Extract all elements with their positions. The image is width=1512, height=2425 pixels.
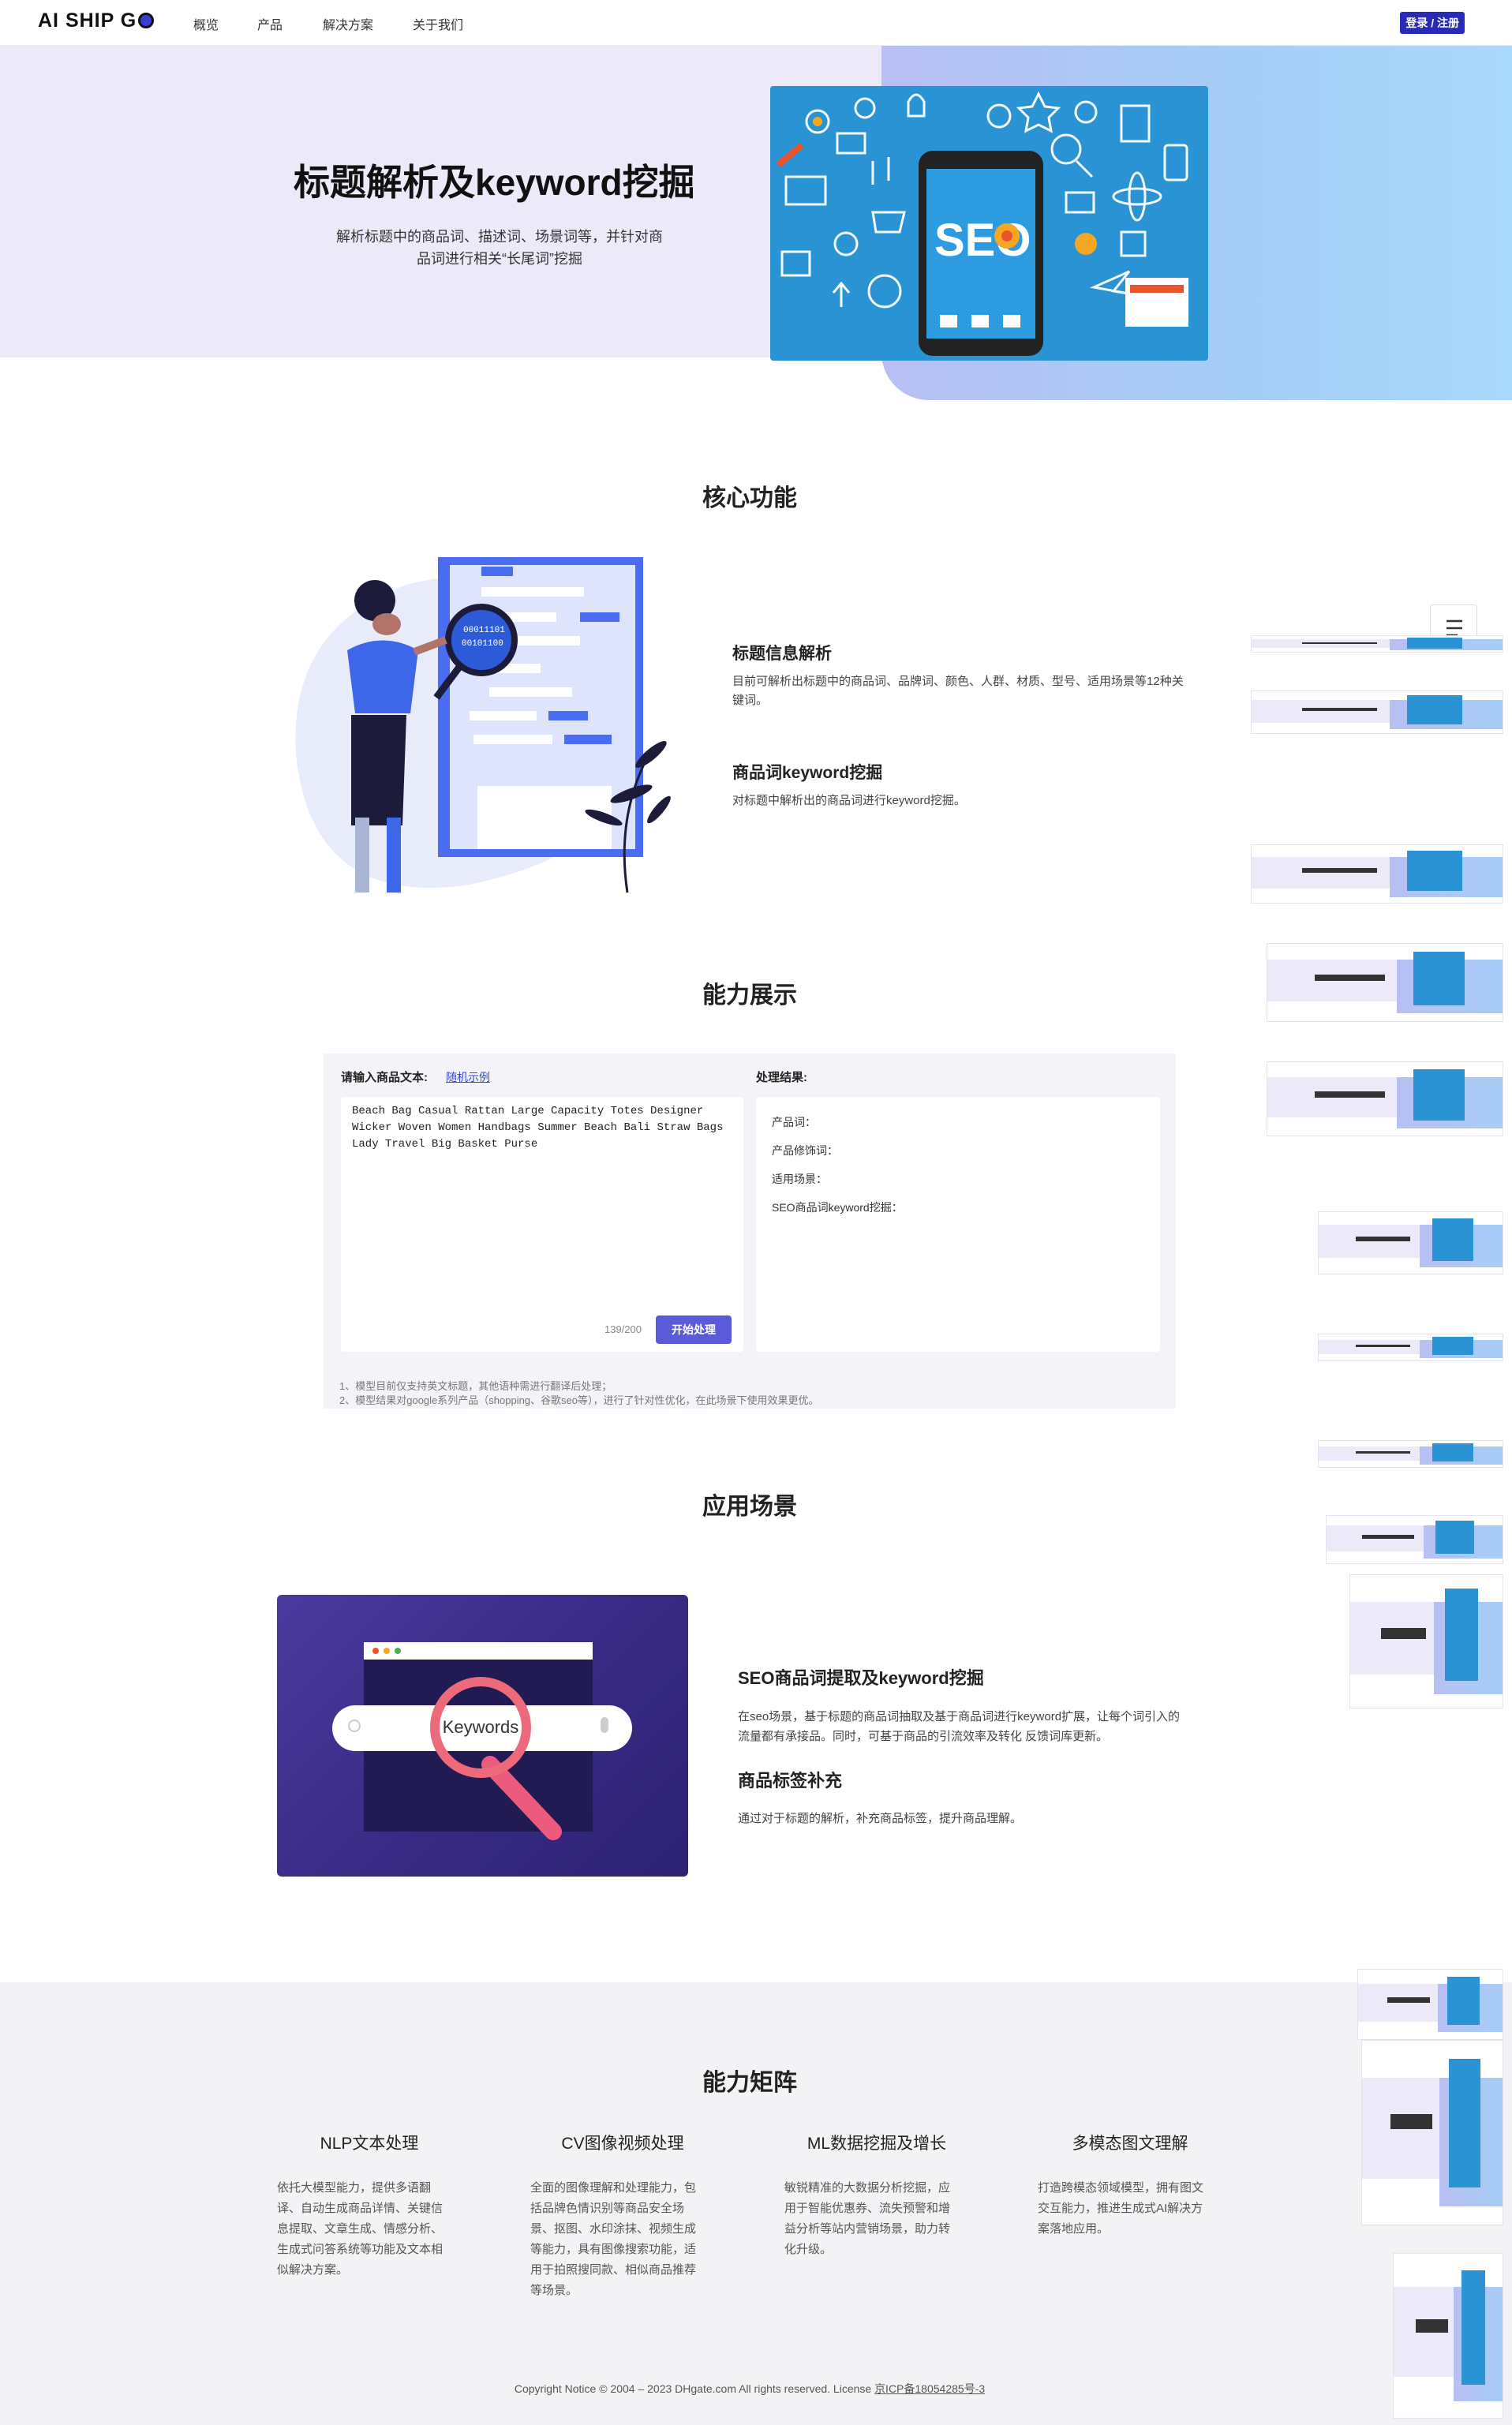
matrix-line: 交互能力，推进生成式AI解决方	[1038, 2202, 1203, 2215]
random-example-link[interactable]: 随机示例	[446, 1069, 490, 1085]
matrix-line: 打造跨模态领域模型，拥有图文	[1038, 2181, 1204, 2195]
matrix-line: 括品牌色情识别等商品安全场	[530, 2202, 685, 2215]
matrix-line: 益分析等站内营销场景，助力转	[784, 2222, 951, 2236]
matrix-line: 译、自动生成商品详情、关键信	[277, 2202, 443, 2215]
preview-thumbnail[interactable]	[1393, 2253, 1503, 2419]
preview-thumbnail[interactable]	[1318, 1211, 1503, 1274]
keywords-text: Keywords	[443, 1717, 519, 1737]
feature-desc-keyword: 对标题中解析出的商品词进行keyword挖掘。	[732, 794, 966, 807]
preview-thumbnail[interactable]	[1267, 943, 1503, 1022]
feature-desc-line: 目前可解析出标题中的商品词、品牌词、颜色、人群、材质、型号、适用场景等12种关	[732, 675, 1184, 688]
nav-item-solutions[interactable]: 解决方案	[323, 14, 373, 33]
matrix-line: 化升级。	[784, 2243, 833, 2256]
nav-item-products[interactable]: 产品	[257, 14, 283, 33]
product-text-value[interactable]: Beach Bag Casual Rattan Large Capacity T…	[352, 1103, 731, 1153]
result-label: 处理结果:	[756, 1071, 807, 1084]
feature-desc-parse: 目前可解析出标题中的商品词、品牌词、颜色、人群、材质、型号、适用场景等12种关 …	[732, 672, 1222, 710]
hero-subtitle-line: 解析标题中的商品词、描述词、场景词等，并针对商	[336, 229, 663, 245]
matrix-line: 息提取、文章生成、情感分析、	[277, 2222, 443, 2236]
hero-subtitle-line: 品词进行相关“长尾词”挖掘	[417, 251, 582, 267]
demo-note: 1、模型目前仅支持英文标题，其他语种需进行翻译后处理；	[339, 1380, 612, 1392]
result-seo-keyword: SEO商品词keyword挖掘：	[772, 1201, 903, 1214]
hero-title: 标题解析及keyword挖掘	[294, 162, 695, 203]
matrix-desc-cv: 全面的图像理解和处理能力，包 括品牌色情识别等商品安全场 景、抠图、水印涂抹、视…	[530, 2178, 716, 2301]
scenario-desc-line: 流量都有承接品。同时，可基于商品的引流效率及转化 反馈词库更新。	[738, 1730, 1109, 1743]
nav-item-overview[interactable]: 概览	[193, 14, 219, 33]
matrix-title-ml: ML数据挖掘及增长	[807, 2135, 947, 2153]
preview-thumbnail[interactable]	[1326, 1515, 1503, 1564]
preview-thumbnail[interactable]	[1251, 635, 1503, 653]
feature-title-keyword: 商品词keyword挖掘	[732, 764, 883, 782]
scenario-desc-tags: 通过对于标题的解析，补充商品标签，提升商品理解。	[738, 1812, 1023, 1825]
matrix-desc-ml: 敏锐精准的大数据分析挖掘，应 用于智能优惠券、流失预警和增 益分析等站内营销场景…	[784, 2178, 970, 2260]
preview-thumbnail[interactable]	[1357, 1969, 1503, 2040]
preview-thumbnail[interactable]	[1251, 844, 1503, 904]
demo-note: 2、模型结果对google系列产品（shopping、谷歌seo等），进行了针对…	[339, 1394, 819, 1406]
input-label: 请输入商品文本:	[341, 1071, 428, 1084]
start-process-button[interactable]: 开始处理	[656, 1315, 732, 1344]
top-nav: AI SHIP G 概览 产品 解决方案 关于我们 登录 / 注册	[0, 0, 1512, 46]
input-line: Beach Bag Casual Rattan Large Capacity T…	[352, 1105, 704, 1117]
matrix-line: 用于拍照搜同款、相似商品推荐	[530, 2263, 697, 2277]
matrix-line: 依托大模型能力，提供多语翻	[277, 2181, 432, 2195]
login-button[interactable]: 登录 / 注册	[1400, 12, 1465, 34]
preview-thumbnail[interactable]	[1318, 1440, 1503, 1468]
matrix-title-cv: CV图像视频处理	[561, 2135, 684, 2153]
preview-thumbnail[interactable]	[1318, 1334, 1503, 1361]
char-counter: 139/200	[604, 1323, 642, 1335]
logo-o-icon	[138, 13, 155, 28]
hero-subtitle: 解析标题中的商品词、描述词、场景词等，并针对商 品词进行相关“长尾词”挖掘	[330, 226, 669, 270]
result-panel	[756, 1097, 1160, 1352]
scenario-title-tags: 商品标签补充	[738, 1771, 843, 1791]
preview-thumbnail[interactable]	[1349, 1574, 1503, 1708]
matrix-line: 生成式问答系统等功能及文本相	[277, 2243, 443, 2256]
matrix-line: 全面的图像理解和处理能力，包	[530, 2181, 697, 2195]
matrix-line: 似解决方案。	[277, 2263, 349, 2277]
core-section-title: 核心功能	[702, 485, 797, 511]
matrix-line: 案落地应用。	[1038, 2222, 1110, 2236]
matrix-line: 等场景。	[530, 2284, 578, 2297]
result-scene: 适用场景：	[772, 1173, 827, 1185]
matrix-title-nlp: NLP文本处理	[320, 2135, 419, 2153]
logo-text: AI SHIP G	[38, 9, 137, 32]
matrix-title-multimodal: 多模态图文理解	[1072, 2135, 1188, 2153]
matrix-desc-nlp: 依托大模型能力，提供多语翻 译、自动生成商品详情、关键信 息提取、文章生成、情感…	[277, 2178, 462, 2281]
matrix-line: 敏锐精准的大数据分析挖掘，应	[784, 2181, 951, 2195]
seo-illustration: SEO	[776, 91, 1188, 356]
copyright-text: Copyright Notice © 2004 – 2023 DHgate.co…	[514, 2382, 875, 2395]
matrix-desc-multimodal: 打造跨模态领域模型，拥有图文 交互能力，推进生成式AI解决方 案落地应用。	[1038, 2178, 1223, 2240]
feature-title-parse: 标题信息解析	[732, 645, 832, 663]
scenario-desc-seo: 在seo场景，基于标题的商品词抽取及基于商品词进行keyword扩展，让每个词引…	[738, 1707, 1219, 1746]
matrix-line: 用于智能优惠券、流失预警和增	[784, 2202, 951, 2215]
keywords-illustration: Keywords	[332, 1642, 632, 1840]
nav-item-about[interactable]: 关于我们	[413, 14, 463, 33]
matrix-line: 等能力，具有图像搜索功能，适	[530, 2243, 697, 2256]
seo-hero-image: SEO	[770, 86, 1208, 361]
page: AI SHIP G 概览 产品 解决方案 关于我们 登录 / 注册 标题解析及k…	[0, 0, 1512, 2425]
scroll-preview-strip	[1251, 627, 1512, 2425]
logo[interactable]: AI SHIP G	[38, 9, 155, 32]
matrix-line: 景、抠图、水印涂抹、视频生成	[530, 2222, 697, 2236]
input-line: Lady Travel Big Basket Purse	[352, 1138, 538, 1151]
result-product-word: 产品词：	[772, 1116, 816, 1128]
illustration-binary: 00101100	[462, 639, 503, 649]
core-illustration: 00011101 00101100	[295, 557, 671, 893]
preview-thumbnail[interactable]	[1251, 690, 1503, 734]
feature-desc-line: 键词。	[732, 694, 769, 707]
scenario-desc-line: 在seo场景，基于标题的商品词抽取及基于商品词进行keyword扩展，让每个词引…	[738, 1710, 1181, 1723]
input-line: Wicker Woven Women Handbags Summer Beach…	[352, 1121, 724, 1134]
result-modifier: 产品修饰词：	[772, 1144, 838, 1157]
license-link[interactable]: 京ICP备18054285号-3	[874, 2382, 985, 2395]
preview-thumbnail[interactable]	[1267, 1061, 1503, 1136]
illustration-binary: 00011101	[463, 626, 505, 635]
keywords-search-image: Keywords	[277, 1595, 688, 1877]
preview-thumbnail[interactable]	[1361, 2040, 1503, 2225]
scenario-title-seo: SEO商品词提取及keyword挖掘	[738, 1668, 984, 1688]
